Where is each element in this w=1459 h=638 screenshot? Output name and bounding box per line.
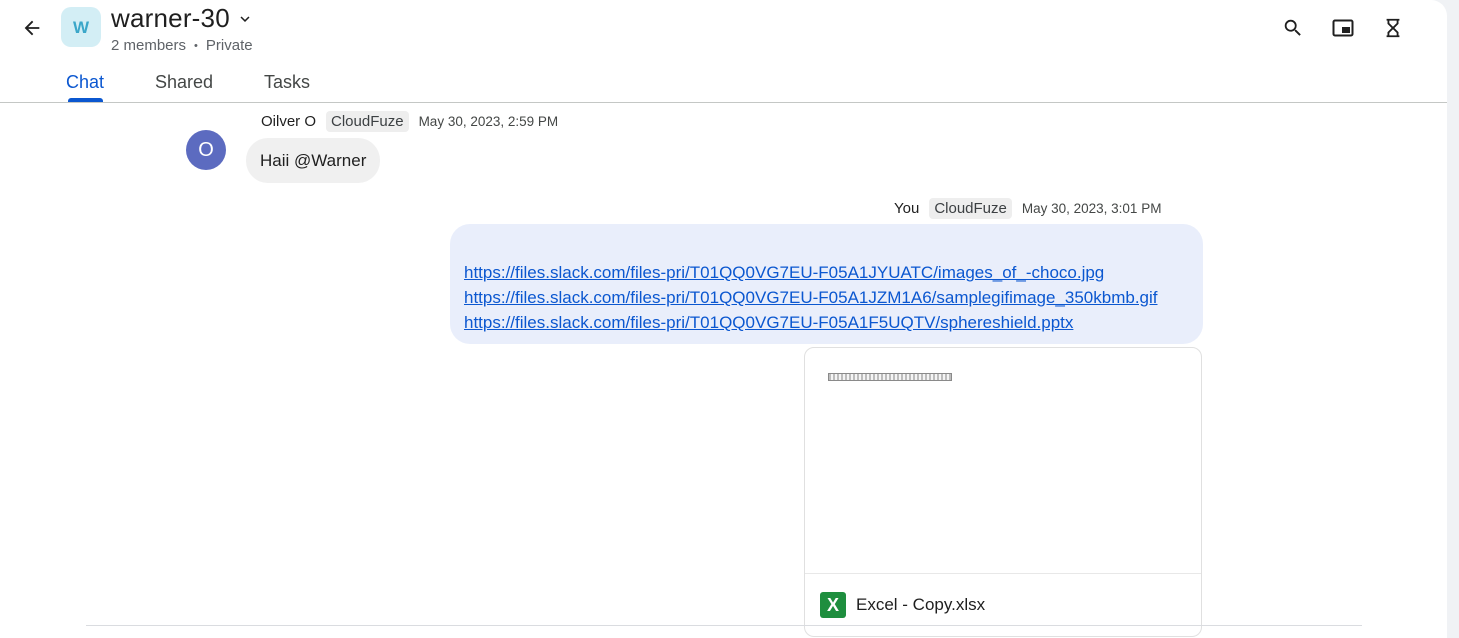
tab-tasks[interactable]: Tasks xyxy=(264,72,310,93)
message-text: Haii @Warner xyxy=(260,150,367,170)
spreadsheet-thumbnail xyxy=(828,373,952,381)
back-button[interactable] xyxy=(14,10,50,46)
back-arrow-icon xyxy=(24,20,40,36)
attachment-card[interactable]: X Excel - Copy.xlsx xyxy=(804,347,1202,637)
attachment-name: Excel - Copy.xlsx xyxy=(856,595,986,614)
org-badge: CloudFuze xyxy=(326,111,409,132)
history-button[interactable] xyxy=(1375,10,1411,46)
message-timestamp: May 30, 2023, 3:01 PM xyxy=(1021,201,1162,216)
chevron-down-icon xyxy=(240,15,250,22)
search-icon xyxy=(1284,19,1301,36)
message-timestamp: May 30, 2023, 2:59 PM xyxy=(418,114,559,129)
hourglass-icon xyxy=(1386,18,1400,38)
excel-icon: X xyxy=(820,592,846,618)
tab-bar: Chat Shared Tasks xyxy=(0,62,1447,103)
picture-in-picture-icon xyxy=(1332,19,1354,37)
divider xyxy=(86,625,1362,626)
space-avatar: W xyxy=(61,7,101,47)
open-in-popup-button[interactable] xyxy=(1325,10,1361,46)
space-title-menu[interactable]: warner-30 xyxy=(111,3,254,34)
sender-name[interactable]: Oilver O xyxy=(261,113,316,130)
sender-name: You xyxy=(894,200,920,217)
file-link[interactable]: https://files.slack.com/files-pri/T01QQ0… xyxy=(464,285,1203,310)
search-button[interactable] xyxy=(1275,10,1311,46)
separator-dot: • xyxy=(194,39,198,52)
tab-shared[interactable]: Shared xyxy=(155,72,213,93)
attachment-preview xyxy=(805,348,1201,574)
space-subtitle: 2 members • Private xyxy=(111,37,253,54)
avatar[interactable]: O xyxy=(186,130,226,170)
members-count[interactable]: 2 members xyxy=(111,37,186,54)
active-tab-indicator xyxy=(68,98,103,102)
chat-panel: W warner-30 2 members • Private Chat Sha… xyxy=(0,0,1447,638)
org-badge: CloudFuze xyxy=(929,198,1012,219)
message-bubble-outgoing: https://files.slack.com/files-pri/T01QQ0… xyxy=(450,224,1203,344)
tab-chat[interactable]: Chat xyxy=(66,72,104,93)
message-header: Oilver O CloudFuze May 30, 2023, 2:59 PM xyxy=(261,111,558,132)
space-name: warner-30 xyxy=(111,3,230,33)
attachment-footer: X Excel - Copy.xlsx xyxy=(805,574,1201,636)
file-link[interactable]: https://files.slack.com/files-pri/T01QQ0… xyxy=(464,260,1203,285)
file-link[interactable]: https://files.slack.com/files-pri/T01QQ0… xyxy=(464,310,1203,335)
message-header: You CloudFuze May 30, 2023, 3:01 PM xyxy=(894,198,1161,219)
message-bubble: Haii @Warner xyxy=(246,138,381,183)
visibility-label: Private xyxy=(205,37,253,54)
